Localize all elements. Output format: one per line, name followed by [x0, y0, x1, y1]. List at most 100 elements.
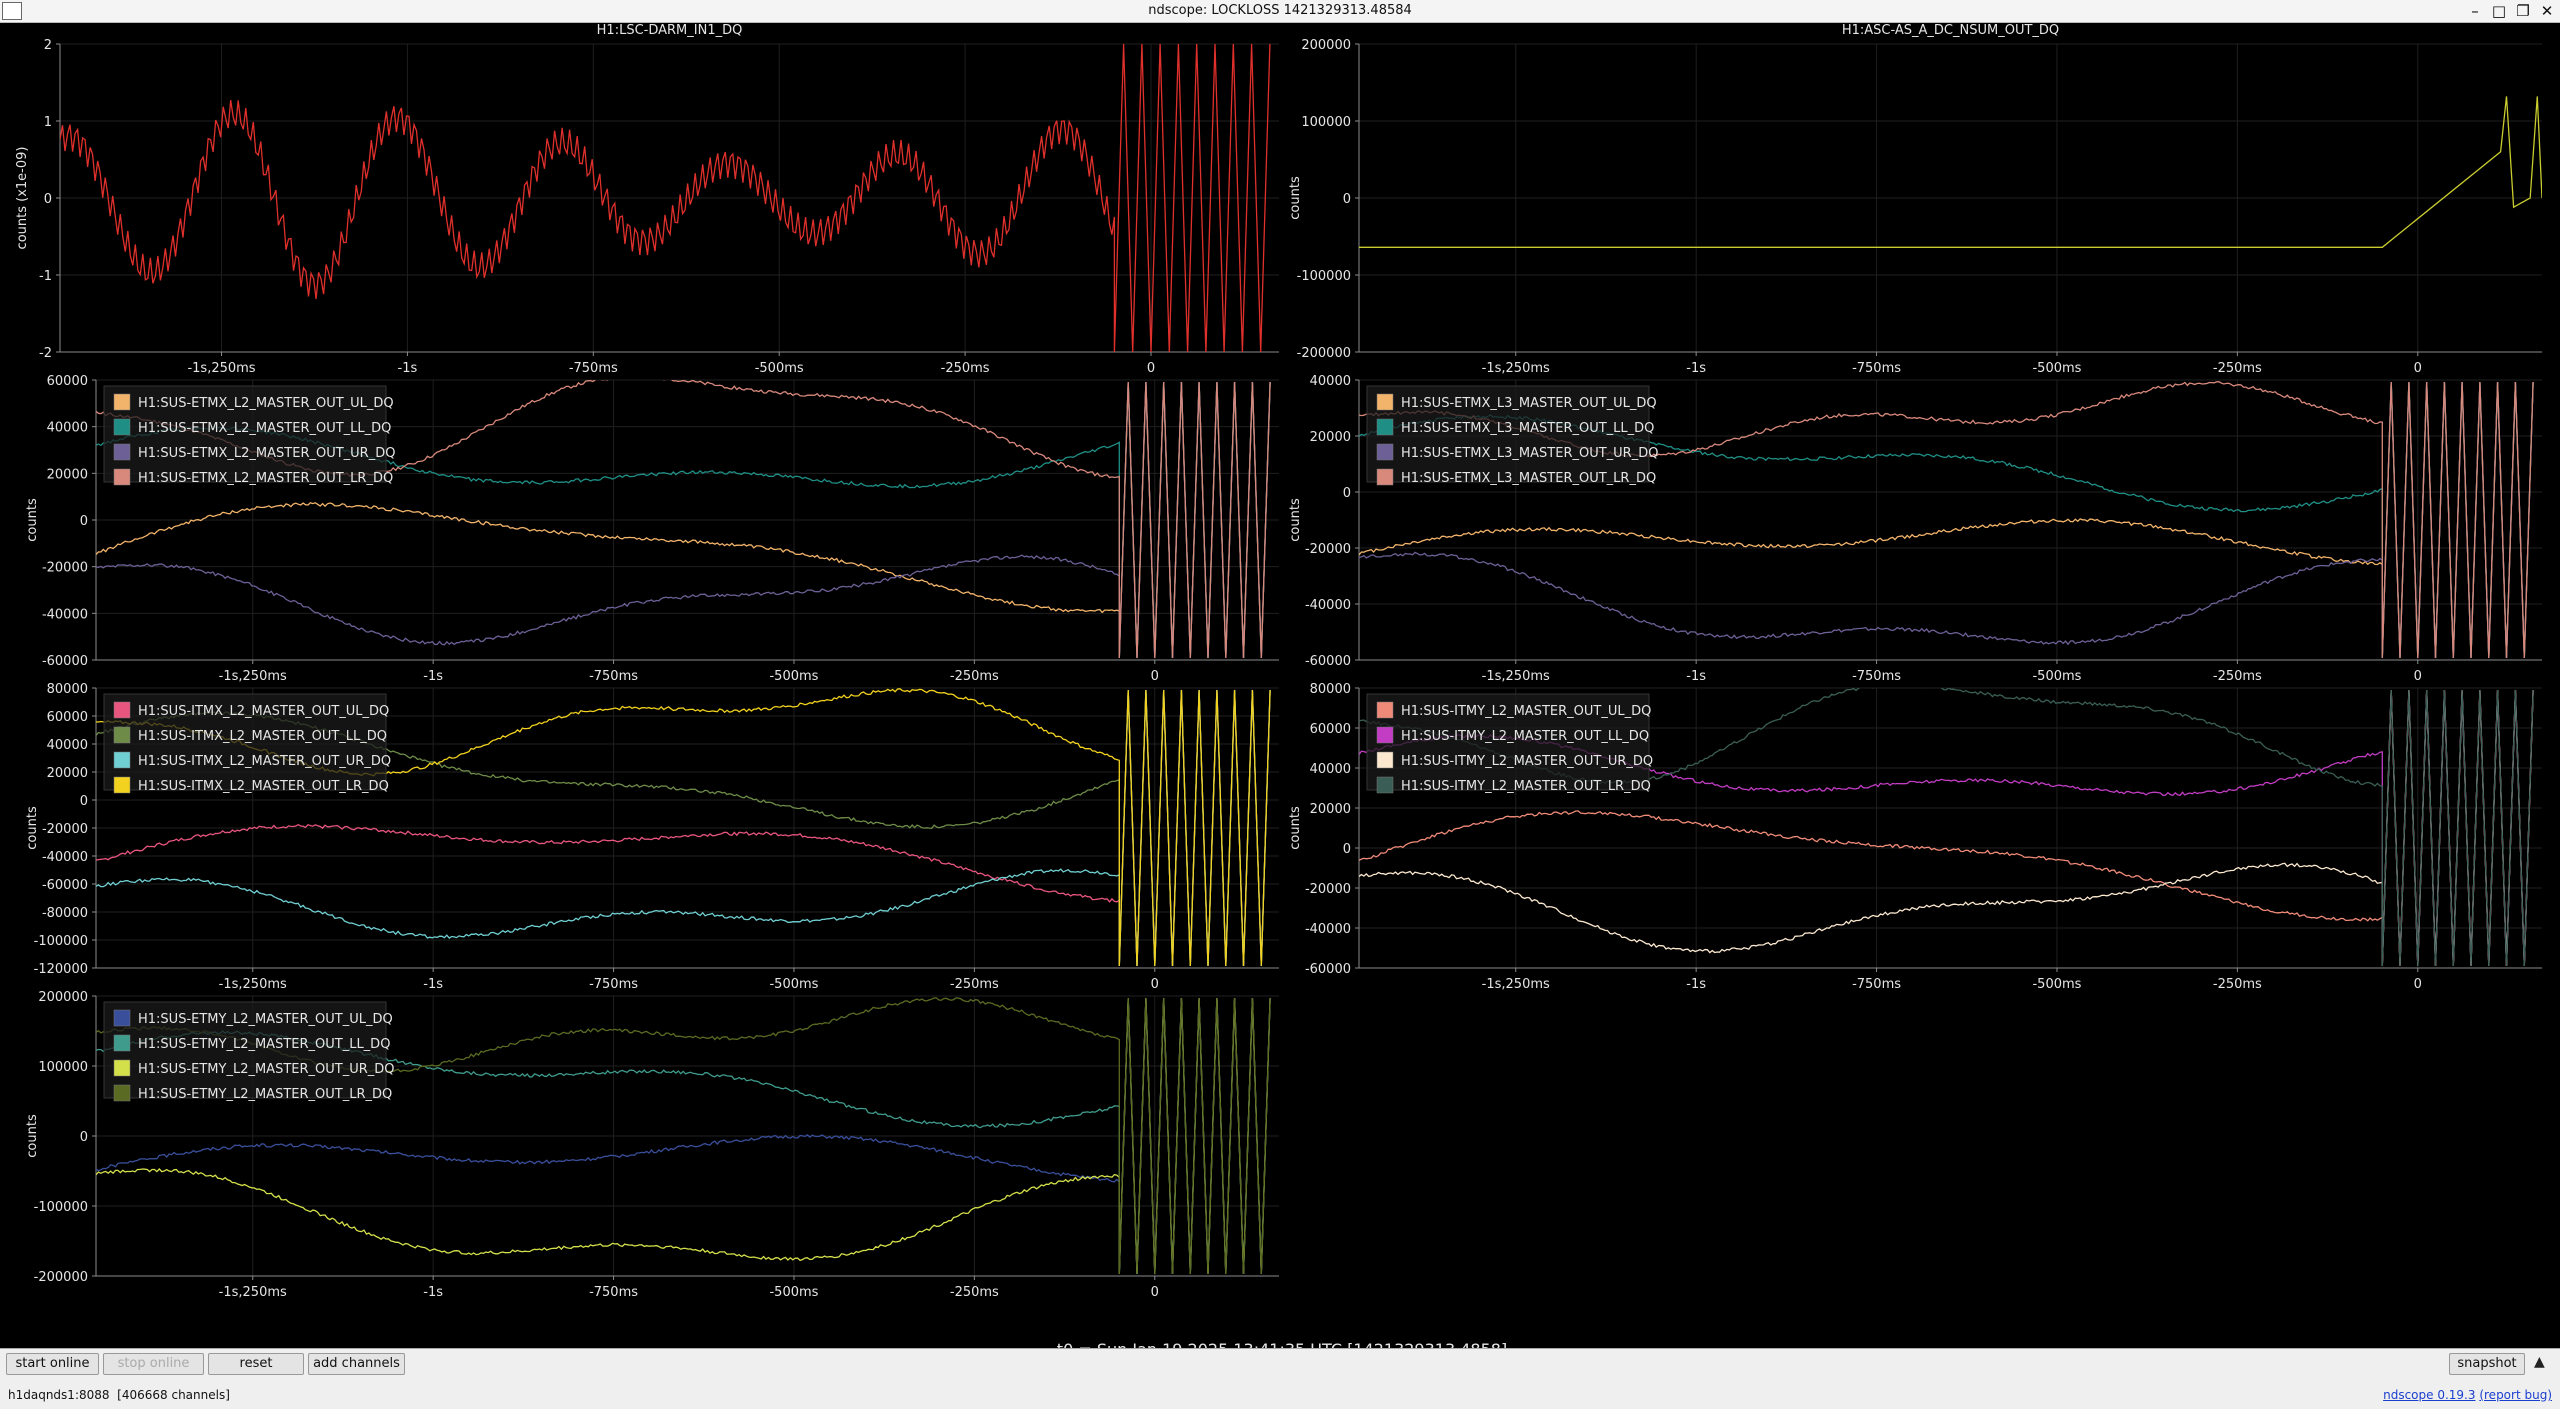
- x-tick-label: -1s,250ms: [219, 669, 287, 684]
- collapse-arrow-icon[interactable]: ▲: [2534, 1354, 2545, 1370]
- y-tick-label: 200000: [38, 990, 88, 1005]
- legend-label[interactable]: H1:SUS-ETMY_L2_MASTER_OUT_UL_DQ: [138, 1012, 393, 1027]
- x-tick-label: -1s,250ms: [219, 1285, 287, 1300]
- legend-label[interactable]: H1:SUS-ETMX_L3_MASTER_OUT_LR_DQ: [1401, 471, 1656, 486]
- legend-label[interactable]: H1:SUS-ITMY_L2_MASTER_OUT_UL_DQ: [1401, 704, 1651, 719]
- plot-p7[interactable]: 200000 100000 0 -100000 -200000 -1s,250ms -1s -…: [25, 990, 1279, 1300]
- x-tick-label: 0: [1151, 669, 1159, 684]
- legend-label[interactable]: H1:SUS-ETMX_L2_MASTER_OUT_LL_DQ: [138, 421, 391, 436]
- legend-swatch[interactable]: [113, 393, 131, 411]
- legend-swatch[interactable]: [1376, 751, 1394, 769]
- plot-p5[interactable]: 80000 60000 40000 20000 0 -20000 -40000 -60000 -…: [25, 682, 1279, 992]
- legend-label[interactable]: H1:SUS-ITMX_L2_MASTER_OUT_LR_DQ: [138, 779, 389, 794]
- legend-swatch[interactable]: [1376, 726, 1394, 744]
- y-tick-label: -200000: [34, 1270, 88, 1285]
- x-tick-label: -750ms: [1852, 361, 1901, 376]
- y-tick-label: -120000: [34, 962, 88, 977]
- legend-swatch[interactable]: [113, 468, 131, 486]
- y-tick-label: 0: [44, 192, 52, 207]
- legend-swatch[interactable]: [1376, 468, 1394, 486]
- legend-swatch[interactable]: [113, 701, 131, 719]
- legend-swatch[interactable]: [1376, 776, 1394, 794]
- x-tick-label: -1s: [1686, 669, 1706, 684]
- reset-button[interactable]: reset: [208, 1353, 304, 1375]
- legend-label[interactable]: H1:SUS-ETMX_L2_MASTER_OUT_UL_DQ: [138, 396, 394, 411]
- x-tick-label: -750ms: [1852, 977, 1901, 992]
- y-tick-label: -2: [39, 346, 52, 361]
- restore-icon[interactable]: ❐: [2514, 0, 2532, 22]
- report-bug-link[interactable]: (report bug): [2479, 1388, 2552, 1402]
- plot-title: H1:LSC-DARM_IN1_DQ: [597, 24, 743, 38]
- legend-swatch[interactable]: [113, 1059, 131, 1077]
- app-window-icon[interactable]: [2, 2, 22, 20]
- legend-label[interactable]: H1:SUS-ETMY_L2_MASTER_OUT_UR_DQ: [138, 1062, 395, 1077]
- legend-swatch[interactable]: [1376, 443, 1394, 461]
- y-tick-label: 20000: [1310, 430, 1351, 445]
- legend-swatch[interactable]: [1376, 393, 1394, 411]
- x-tick-label: -1s: [398, 361, 418, 376]
- y-tick-label: 0: [1343, 192, 1351, 207]
- legend-label[interactable]: H1:SUS-ITMX_L2_MASTER_OUT_UR_DQ: [138, 754, 391, 769]
- legend-swatch[interactable]: [113, 751, 131, 769]
- legend-label[interactable]: H1:SUS-ITMY_L2_MASTER_OUT_UR_DQ: [1401, 754, 1653, 769]
- start-online-button[interactable]: start online: [6, 1353, 99, 1375]
- plots-canvas[interactable]: H1:LSC-DARM_IN1_DQ 2 1 0 -1 -2 -1s,250ms -1s -75…: [2, 24, 2558, 1347]
- plot-p2[interactable]: H1:ASC-AS_A_DC_NSUM_OUT_DQ 200000 100000 0 -…: [1288, 24, 2542, 376]
- y-tick-label: -100000: [34, 1200, 88, 1215]
- plot-p3[interactable]: 60000 40000 20000 0 -20000 -40000 -60000 -1s,25…: [25, 374, 1279, 684]
- legend-label[interactable]: H1:SUS-ETMX_L2_MASTER_OUT_UR_DQ: [138, 446, 395, 461]
- x-tick-label: 0: [1147, 361, 1155, 376]
- add-channels-button[interactable]: add channels: [308, 1353, 405, 1375]
- plot-title: H1:ASC-AS_A_DC_NSUM_OUT_DQ: [1842, 24, 2059, 38]
- x-tick-label: -250ms: [2213, 977, 2262, 992]
- x-tick-label: 0: [1151, 1285, 1159, 1300]
- legend-swatch[interactable]: [1376, 418, 1394, 436]
- maximize-icon[interactable]: □: [2490, 0, 2508, 22]
- stop-online-button[interactable]: stop online: [103, 1353, 204, 1375]
- legend-swatch[interactable]: [113, 443, 131, 461]
- legend-swatch[interactable]: [113, 726, 131, 744]
- legend-label[interactable]: H1:SUS-ETMX_L3_MASTER_OUT_LL_DQ: [1401, 421, 1654, 436]
- y-axis-label: counts: [25, 806, 40, 850]
- y-tick-label: -40000: [42, 850, 88, 865]
- legend-label[interactable]: H1:SUS-ETMX_L3_MASTER_OUT_UL_DQ: [1401, 396, 1657, 411]
- x-tick-label: -1s,250ms: [219, 977, 287, 992]
- version-info: ndscope 0.19.3 (report bug): [2383, 1388, 2552, 1402]
- y-tick-label: 0: [1343, 486, 1351, 501]
- y-tick-label: -1: [39, 269, 52, 284]
- y-axis-label: counts (x1e-09): [15, 147, 30, 250]
- legend-swatch[interactable]: [113, 1084, 131, 1102]
- legend-label[interactable]: H1:SUS-ITMY_L2_MASTER_OUT_LL_DQ: [1401, 729, 1649, 744]
- legend-swatch[interactable]: [113, 418, 131, 436]
- legend-swatch[interactable]: [113, 1034, 131, 1052]
- plot-p1[interactable]: H1:LSC-DARM_IN1_DQ 2 1 0 -1 -2 -1s,250ms -1s -75…: [15, 24, 1279, 376]
- legend-label[interactable]: H1:SUS-ETMY_L2_MASTER_OUT_LR_DQ: [138, 1087, 392, 1102]
- legend-label[interactable]: H1:SUS-ITMY_L2_MASTER_OUT_LR_DQ: [1401, 779, 1651, 794]
- legend-swatch[interactable]: [1376, 701, 1394, 719]
- y-axis-label: counts: [1288, 498, 1303, 542]
- snapshot-button[interactable]: snapshot: [2449, 1353, 2525, 1375]
- legend-label[interactable]: H1:SUS-ITMX_L2_MASTER_OUT_LL_DQ: [138, 729, 387, 744]
- legend-label[interactable]: H1:SUS-ETMY_L2_MASTER_OUT_LL_DQ: [138, 1037, 390, 1052]
- y-tick-label: -60000: [1305, 654, 1351, 669]
- y-tick-label: 1: [44, 115, 52, 130]
- y-axis-label: counts: [25, 498, 40, 542]
- y-tick-label: -40000: [1305, 598, 1351, 613]
- y-tick-label: 60000: [47, 374, 88, 389]
- legend-label[interactable]: H1:SUS-ETMX_L3_MASTER_OUT_UR_DQ: [1401, 446, 1658, 461]
- x-tick-label: -250ms: [950, 977, 999, 992]
- legend-swatch[interactable]: [113, 776, 131, 794]
- minimize-icon[interactable]: –: [2466, 0, 2484, 22]
- plot-p4[interactable]: 40000 20000 0 -20000 -40000 -60000 -1s,250ms -1…: [1288, 374, 2542, 684]
- close-icon[interactable]: ✕: [2538, 0, 2556, 22]
- legend-swatch[interactable]: [113, 1009, 131, 1027]
- legend-label[interactable]: H1:SUS-ITMX_L2_MASTER_OUT_UL_DQ: [138, 704, 389, 719]
- x-tick-label: -1s,250ms: [1482, 361, 1550, 376]
- x-tick-label: -1s: [423, 977, 443, 992]
- y-tick-label: -80000: [42, 906, 88, 921]
- version-link[interactable]: ndscope 0.19.3: [2383, 1388, 2475, 1402]
- plot-p6[interactable]: 80000 60000 40000 20000 0 -20000 -40000 -60000 -…: [1288, 682, 2542, 992]
- legend-label[interactable]: H1:SUS-ETMX_L2_MASTER_OUT_LR_DQ: [138, 471, 393, 486]
- y-tick-label: -100000: [34, 934, 88, 949]
- x-tick-label: -500ms: [2032, 977, 2081, 992]
